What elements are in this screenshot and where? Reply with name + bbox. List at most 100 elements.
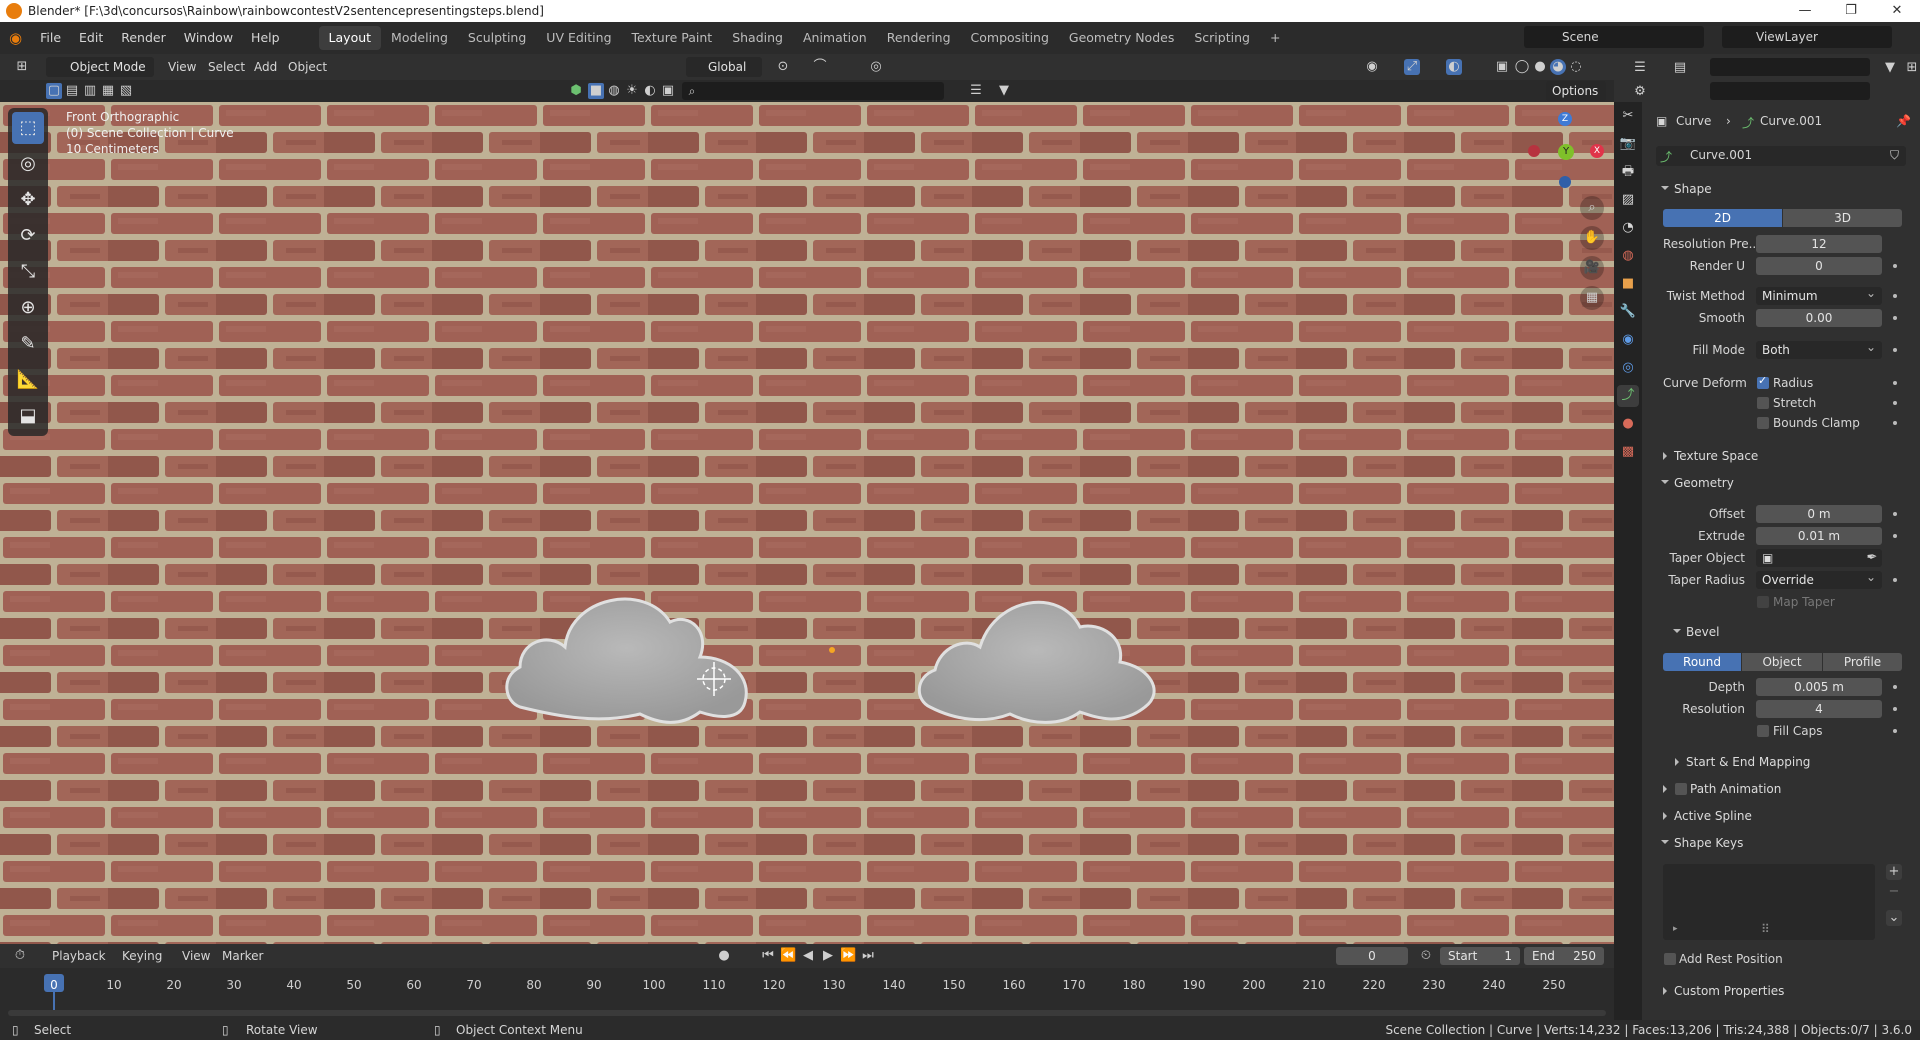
pivot-icon[interactable]: ⊙ bbox=[775, 59, 791, 75]
gizmo-x-axis[interactable]: X bbox=[1590, 144, 1604, 158]
tab-modeling[interactable]: Modeling bbox=[381, 26, 458, 50]
bevel-resolution-field[interactable]: 4 bbox=[1756, 700, 1882, 718]
extrude-field[interactable]: 0.01 m bbox=[1756, 527, 1882, 545]
depth-field[interactable]: 0.005 m bbox=[1756, 678, 1882, 696]
add-rest-position-checkbox[interactable] bbox=[1664, 953, 1676, 965]
tab-texture-paint[interactable]: Texture Paint bbox=[622, 26, 723, 50]
gizmo-neg-z-axis[interactable] bbox=[1559, 176, 1571, 188]
menu-select[interactable]: Select bbox=[208, 60, 245, 74]
rotate-tool-icon[interactable]: ⟳ bbox=[12, 220, 44, 252]
rendered-shading-icon[interactable]: ◌ bbox=[1568, 59, 1584, 75]
keyframe-dot-icon[interactable] bbox=[1893, 381, 1897, 385]
blender-menu-icon[interactable]: ◉ bbox=[0, 22, 31, 54]
path-animation-checkbox[interactable] bbox=[1675, 783, 1687, 795]
2d-toggle[interactable]: 2D bbox=[1663, 209, 1782, 227]
new-collection-icon[interactable]: ⊞ bbox=[1904, 60, 1920, 76]
render-tab-icon[interactable]: 📷 bbox=[1617, 133, 1639, 155]
maximize-button[interactable]: ❐ bbox=[1828, 0, 1874, 22]
marker-menu[interactable]: Marker bbox=[222, 949, 263, 963]
taper-radius-dropdown[interactable]: Override bbox=[1756, 568, 1882, 589]
material-shading-icon[interactable]: ◕ bbox=[1550, 59, 1566, 75]
perspective-grid-icon[interactable]: ▦ bbox=[1580, 286, 1604, 310]
tab-sculpting[interactable]: Sculpting bbox=[458, 26, 536, 50]
scale-tool-icon[interactable]: ⤡ bbox=[12, 256, 44, 288]
play-icon[interactable]: ▶ bbox=[820, 948, 836, 964]
offset-field[interactable]: 0 m bbox=[1756, 505, 1882, 523]
bounds-clamp-checkbox[interactable] bbox=[1757, 417, 1769, 429]
geometry-panel-header[interactable]: Geometry bbox=[1656, 472, 1912, 494]
keyframe-dot-icon[interactable] bbox=[1893, 294, 1897, 298]
current-frame-field[interactable]: 0 bbox=[1336, 947, 1408, 965]
particles-tab-icon[interactable]: ◉ bbox=[1617, 329, 1639, 351]
fake-user-icon[interactable]: ⛉ bbox=[1890, 148, 1899, 163]
menu-window[interactable]: Window bbox=[175, 22, 242, 54]
play-reverse-icon[interactable]: ◀ bbox=[800, 948, 816, 964]
scene-selector[interactable]: Scene bbox=[1524, 26, 1704, 48]
keyframe-dot-icon[interactable] bbox=[1893, 348, 1897, 352]
shape-keys-list[interactable]: ▸ ⠿ bbox=[1663, 864, 1875, 940]
select-invert-icon[interactable]: ▦ bbox=[100, 83, 116, 99]
material-tab-icon[interactable]: ● bbox=[1617, 413, 1639, 435]
playback-menu[interactable]: Playback bbox=[52, 949, 106, 963]
bevel-profile-toggle[interactable]: Profile bbox=[1823, 653, 1902, 671]
pin-icon[interactable]: 📌 bbox=[1896, 114, 1911, 128]
resolution-preview-field[interactable]: 12 bbox=[1756, 235, 1882, 253]
scene-tab-icon[interactable]: ◔ bbox=[1617, 217, 1639, 239]
tab-geometry-nodes[interactable]: Geometry Nodes bbox=[1059, 26, 1184, 50]
modifier-tab-icon[interactable]: 🔧 bbox=[1617, 301, 1639, 323]
auto-keying-icon[interactable]: ● bbox=[716, 948, 732, 964]
shape-keys-header[interactable]: Shape Keys bbox=[1656, 832, 1912, 854]
jump-start-icon[interactable]: ⏮ bbox=[760, 948, 776, 964]
smooth-field[interactable]: 0.00 bbox=[1756, 309, 1882, 327]
keyframe-dot-icon[interactable] bbox=[1893, 264, 1897, 268]
keyframe-dot-icon[interactable] bbox=[1893, 534, 1897, 538]
add-shape-key-icon[interactable]: + bbox=[1886, 864, 1902, 880]
output-tab-icon[interactable]: 🖶 bbox=[1617, 161, 1639, 183]
list-resize-handle[interactable]: ⠿ bbox=[1761, 922, 1770, 936]
snap-icon[interactable]: ⌒ bbox=[812, 59, 828, 75]
eyedropper-icon[interactable]: ✒ bbox=[1864, 550, 1880, 566]
keyframe-dot-icon[interactable] bbox=[1893, 685, 1897, 689]
close-button[interactable]: ✕ bbox=[1874, 0, 1920, 22]
menu-edit[interactable]: Edit bbox=[70, 22, 112, 54]
bevel-panel-header[interactable]: Bevel bbox=[1668, 621, 1920, 643]
stretch-checkbox[interactable] bbox=[1757, 397, 1769, 409]
zoom-icon[interactable]: ⌕ bbox=[1580, 196, 1604, 220]
jump-end-icon[interactable]: ⏭ bbox=[860, 948, 876, 964]
fill-caps-checkbox[interactable] bbox=[1757, 725, 1769, 737]
keyframe-dot-icon[interactable] bbox=[1893, 421, 1897, 425]
outliner-filter-icon[interactable]: ▼ bbox=[1882, 60, 1898, 76]
curve-data-tab-icon[interactable]: ⤴ bbox=[1617, 385, 1639, 407]
3d-toggle[interactable]: 3D bbox=[1783, 209, 1902, 227]
gizmo-y-axis[interactable]: Y bbox=[1558, 144, 1574, 160]
keyframe-dot-icon[interactable] bbox=[1893, 707, 1897, 711]
filter-material-icon[interactable]: ◍ bbox=[606, 83, 622, 99]
jump-keyframe-back-icon[interactable]: ⏪ bbox=[780, 948, 796, 964]
end-frame-field[interactable]: End 250 bbox=[1524, 947, 1604, 965]
path-animation-header[interactable]: Path Animation bbox=[1656, 778, 1912, 800]
add-workspace-button[interactable]: + bbox=[1260, 26, 1290, 50]
menu-render[interactable]: Render bbox=[112, 22, 175, 54]
view-layer-tab-icon[interactable]: ▨ bbox=[1617, 189, 1639, 211]
tab-rendering[interactable]: Rendering bbox=[877, 26, 961, 50]
menu-view[interactable]: View bbox=[168, 60, 196, 74]
fill-mode-dropdown[interactable]: Both bbox=[1756, 338, 1882, 359]
select-tool-icon[interactable]: ⬚ bbox=[12, 112, 44, 144]
tool-tab-icon[interactable]: ✂ bbox=[1617, 105, 1639, 127]
timeline-editor-icon[interactable]: ⏱ bbox=[12, 948, 28, 964]
measure-tool-icon[interactable]: 📐 bbox=[12, 364, 44, 396]
view-layer-selector[interactable]: ViewLayer bbox=[1722, 26, 1892, 48]
timeline-view-menu[interactable]: View bbox=[182, 949, 210, 963]
texture-space-panel-header[interactable]: Texture Space bbox=[1656, 445, 1912, 467]
render-u-field[interactable]: 0 bbox=[1756, 257, 1882, 275]
tab-animation[interactable]: Animation bbox=[793, 26, 877, 50]
tab-layout[interactable]: Layout bbox=[318, 26, 382, 50]
wireframe-shading-icon[interactable]: ◯ bbox=[1514, 59, 1530, 75]
select-subtract-icon[interactable]: ▥ bbox=[82, 83, 98, 99]
properties-editor-icon[interactable]: ⚙ bbox=[1632, 84, 1648, 100]
keying-menu[interactable]: Keying bbox=[122, 949, 162, 963]
texture-tab-icon[interactable]: ▩ bbox=[1617, 441, 1639, 463]
active-spline-header[interactable]: Active Spline bbox=[1656, 805, 1912, 827]
visibility-icon[interactable]: ◉ bbox=[1364, 59, 1380, 75]
annotate-tool-icon[interactable]: ✎ bbox=[12, 328, 44, 360]
